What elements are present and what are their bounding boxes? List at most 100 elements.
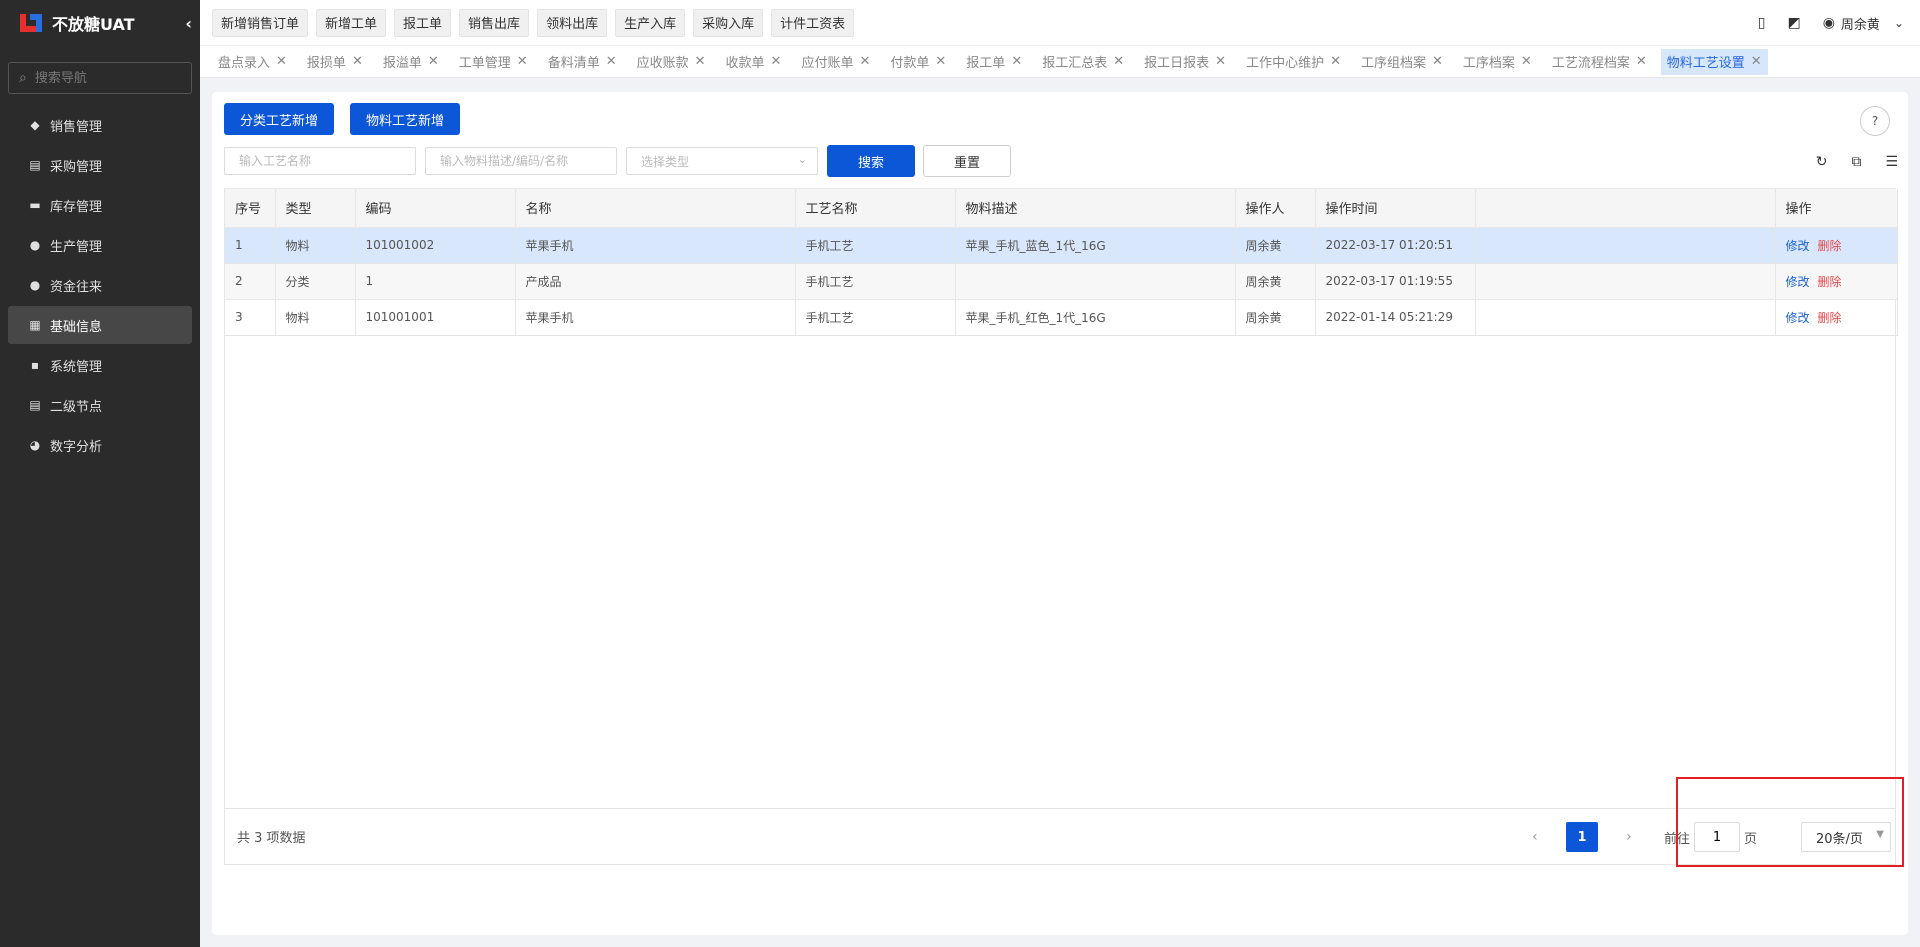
tab[interactable]: 工作中心维护 ✕ bbox=[1240, 49, 1347, 75]
sidebar-item[interactable]: ▤ 采购管理 bbox=[8, 146, 192, 184]
quick-action-button[interactable]: 销售出库 bbox=[459, 8, 530, 37]
close-icon[interactable]: ✕ bbox=[1636, 54, 1647, 69]
nav-list: ◆ 销售管理 ▤ 采购管理 ▬ 库存管理 ● 生产管理 ● 资金往来 ▦ 基础信息 ▪ 系统管理 ▤ 二级节点… bbox=[0, 106, 200, 464]
sidebar-item[interactable]: ▬ 库存管理 bbox=[8, 186, 192, 224]
close-icon[interactable]: ✕ bbox=[695, 54, 706, 69]
close-icon[interactable]: ✕ bbox=[859, 54, 870, 69]
cell-time: 2022-03-17 01:19:55 bbox=[1315, 263, 1476, 300]
tab[interactable]: 工序组档案 ✕ bbox=[1355, 49, 1449, 75]
quick-action-button[interactable]: 新增销售订单 bbox=[212, 8, 309, 37]
quick-action-button[interactable]: 采购入库 bbox=[693, 8, 764, 37]
tab[interactable]: 报溢单 ✕ bbox=[377, 49, 445, 75]
reset-button[interactable]: 重置 bbox=[923, 145, 1011, 177]
tab[interactable]: 报损单 ✕ bbox=[301, 49, 369, 75]
close-icon[interactable]: ✕ bbox=[276, 54, 287, 69]
tab-label: 应付账单 bbox=[801, 56, 854, 71]
chevron-left-icon[interactable]: ‹ bbox=[185, 14, 192, 33]
quick-action-button[interactable]: 报工单 bbox=[394, 8, 452, 37]
delete-link[interactable]: 删除 bbox=[1818, 311, 1842, 325]
close-icon[interactable]: ✕ bbox=[1521, 54, 1532, 69]
cell-no: 1 bbox=[225, 227, 276, 264]
sidebar-item[interactable]: ● 资金往来 bbox=[8, 266, 192, 304]
close-icon[interactable]: ✕ bbox=[1011, 54, 1022, 69]
tab-label: 付款单 bbox=[890, 56, 930, 71]
sidebar-item[interactable]: ◆ 销售管理 bbox=[8, 106, 192, 144]
add-material-process-button[interactable]: 物料工艺新增 bbox=[350, 103, 461, 135]
sidebar-item[interactable]: ◕ 数字分析 bbox=[8, 426, 192, 464]
sidebar-item[interactable]: ● 生产管理 bbox=[8, 226, 192, 264]
tab[interactable]: 盘点录入 ✕ bbox=[212, 49, 293, 75]
column-settings-icon[interactable]: ☰ bbox=[1885, 154, 1898, 170]
nav-search-input[interactable] bbox=[34, 70, 175, 86]
chevron-down-icon[interactable]: ⌄ bbox=[1894, 16, 1904, 30]
sidebar-item[interactable]: ▤ 二级节点 bbox=[8, 386, 192, 424]
tab[interactable]: 工单管理 ✕ bbox=[453, 49, 534, 75]
tab[interactable]: 收款单 ✕ bbox=[720, 49, 788, 75]
close-icon[interactable]: ✕ bbox=[1113, 54, 1124, 69]
tab[interactable]: 应付账单 ✕ bbox=[795, 49, 876, 75]
tab[interactable]: 工序档案 ✕ bbox=[1457, 49, 1538, 75]
tab-label: 报溢单 bbox=[382, 56, 422, 71]
type-select[interactable]: 选择类型 ⌄ bbox=[626, 147, 818, 175]
doc-icon: ▤ bbox=[29, 398, 41, 412]
table-row[interactable]: 3 物料 101001001 苹果手机 手机工艺 苹果_手机_红色_1代_16G 周余黄 20… bbox=[225, 299, 1898, 336]
topbar: 新增销售订单 新增工单 报工单 销售出库 领料出库 生产入库 采购入库 计件工资表 ▯ ◩ ◉… bbox=[200, 0, 1920, 46]
tab[interactable]: 报工汇总表 ✕ bbox=[1036, 49, 1130, 75]
sidebar-item-label: 库存管理 bbox=[50, 199, 103, 215]
close-icon[interactable]: ✕ bbox=[1330, 54, 1341, 69]
close-icon[interactable]: ✕ bbox=[1215, 54, 1226, 69]
tab[interactable]: 物料工艺设置 ✕ bbox=[1660, 48, 1768, 75]
mobile-icon[interactable]: ▯ bbox=[1758, 15, 1766, 31]
tab[interactable]: 工艺流程档案 ✕ bbox=[1546, 49, 1653, 75]
quick-action-button[interactable]: 新增工单 bbox=[316, 8, 387, 37]
close-icon[interactable]: ✕ bbox=[517, 54, 528, 69]
page-button-current[interactable]: 1 bbox=[1565, 822, 1598, 852]
quick-action-button[interactable]: 计件工资表 bbox=[771, 8, 855, 37]
column-header: 编码 bbox=[355, 189, 516, 228]
user-name: 周余黄 bbox=[1840, 17, 1880, 33]
close-icon[interactable]: ✕ bbox=[1432, 54, 1443, 69]
help-icon[interactable]: ? bbox=[1860, 106, 1890, 136]
add-category-process-button[interactable]: 分类工艺新增 bbox=[224, 103, 335, 135]
delete-link[interactable]: 删除 bbox=[1818, 275, 1842, 289]
tab[interactable]: 备料清单 ✕ bbox=[542, 49, 623, 75]
brand-name: 不放糖UAT bbox=[52, 15, 135, 34]
process-name-input[interactable] bbox=[224, 147, 416, 175]
close-icon[interactable]: ✕ bbox=[771, 54, 782, 69]
search-button[interactable]: 搜索 bbox=[827, 145, 915, 177]
user-menu[interactable]: ◉ 周余黄 bbox=[1823, 14, 1880, 33]
next-page-icon[interactable]: › bbox=[1614, 829, 1644, 845]
material-search-input[interactable] bbox=[425, 147, 617, 175]
nav-search[interactable]: ⌕ bbox=[8, 62, 192, 94]
refresh-icon[interactable]: ↻ bbox=[1816, 154, 1828, 170]
edit-link[interactable]: 修改 bbox=[1786, 311, 1810, 325]
edit-link[interactable]: 修改 bbox=[1786, 275, 1810, 289]
sidebar-item[interactable]: ▪ 系统管理 bbox=[8, 346, 192, 384]
tab[interactable]: 应收账款 ✕ bbox=[631, 49, 712, 75]
apps-icon: ▪ bbox=[30, 358, 40, 372]
fullscreen-icon[interactable]: ⧉ bbox=[1851, 154, 1861, 170]
edit-link[interactable]: 修改 bbox=[1786, 239, 1810, 253]
sidebar-item[interactable]: ▦ 基础信息 bbox=[8, 306, 192, 344]
quick-action-button[interactable]: 生产入库 bbox=[615, 8, 686, 37]
tab[interactable]: 报工日报表 ✕ bbox=[1138, 49, 1232, 75]
quick-action-button[interactable]: 领料出库 bbox=[537, 8, 608, 37]
delete-link[interactable]: 删除 bbox=[1818, 239, 1842, 253]
close-icon[interactable]: ✕ bbox=[1751, 54, 1762, 69]
table-row[interactable]: 1 物料 101001002 苹果手机 手机工艺 苹果_手机_蓝色_1代_16G 周余黄 20… bbox=[225, 227, 1898, 264]
chart-icon[interactable]: ◩ bbox=[1787, 15, 1800, 31]
table-row[interactable]: 2 分类 1 产成品 手机工艺 周余黄 2022-03-17 01:19:55 修改 删除 bbox=[225, 263, 1898, 300]
tag-icon: ◆ bbox=[30, 118, 40, 132]
cell-name: 苹果手机 bbox=[515, 299, 796, 336]
cell-type: 物料 bbox=[275, 227, 356, 264]
close-icon[interactable]: ✕ bbox=[935, 54, 946, 69]
close-icon[interactable]: ✕ bbox=[352, 54, 363, 69]
sidebar-item-label: 采购管理 bbox=[50, 159, 103, 175]
tab[interactable]: 付款单 ✕ bbox=[884, 49, 952, 75]
prev-page-icon[interactable]: ‹ bbox=[1520, 829, 1550, 845]
tab[interactable]: 报工单 ✕ bbox=[960, 49, 1028, 75]
close-icon[interactable]: ✕ bbox=[428, 54, 439, 69]
close-icon[interactable]: ✕ bbox=[606, 54, 617, 69]
cell-empty bbox=[1475, 227, 1776, 264]
cell-actions: 修改 删除 bbox=[1775, 227, 1898, 264]
